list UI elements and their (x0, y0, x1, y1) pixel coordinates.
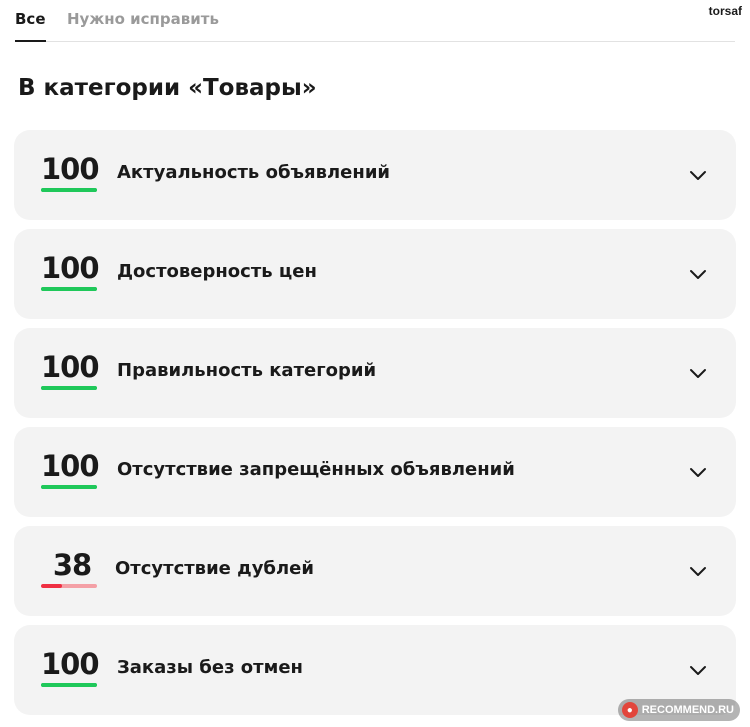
metric-progress-fill (41, 683, 97, 687)
chevron-down-icon[interactable] (688, 561, 708, 581)
tab-bar: Все Нужно исправить (15, 0, 735, 42)
metric-row-category-correctness[interactable]: 100 Правильность категорий (14, 328, 736, 418)
metric-label: Отсутствие запрещённых объявлений (117, 459, 515, 480)
metric-row-no-prohibited-ads[interactable]: 100 Отсутствие запрещённых объявлений (14, 427, 736, 517)
metric-progress-bar (41, 386, 97, 390)
metric-progress-bar (41, 188, 97, 192)
chevron-down-icon[interactable] (688, 165, 708, 185)
metric-label: Актуальность объявлений (117, 162, 391, 183)
metric-progress-bar (41, 287, 97, 291)
metric-score: 38 (52, 548, 92, 582)
watermark: ● RECOMMEND.RU (617, 699, 740, 721)
chevron-down-icon[interactable] (688, 264, 708, 284)
quality-metrics-list: 100 Актуальность объявлений 100 Достовер… (14, 130, 736, 724)
metric-progress-fill (41, 485, 97, 489)
metric-progress-bar (41, 485, 97, 489)
metric-progress-bar (41, 584, 97, 588)
metric-progress-bar (41, 683, 97, 687)
metric-score: 100 (41, 350, 100, 384)
metric-label: Достоверность цен (117, 261, 317, 282)
tab-all[interactable]: Все (15, 10, 46, 42)
chevron-down-icon[interactable] (688, 462, 708, 482)
page: Все Нужно исправить torsaf В категории «… (0, 0, 750, 727)
metric-score: 100 (41, 251, 100, 285)
section-title: В категории «Товары» (18, 75, 317, 101)
metric-row-no-duplicates[interactable]: 38 Отсутствие дублей (14, 526, 736, 616)
metric-label: Отсутствие дублей (115, 558, 314, 579)
metric-label: Заказы без отмен (117, 657, 303, 678)
metric-label: Правильность категорий (117, 360, 377, 381)
otzovik-logo-icon: ● (621, 702, 638, 718)
chevron-down-icon[interactable] (688, 660, 708, 680)
metric-score: 100 (41, 449, 100, 483)
metric-row-price-accuracy[interactable]: 100 Достоверность цен (14, 229, 736, 319)
metric-progress-fill (41, 584, 63, 588)
metric-progress-fill (41, 188, 97, 192)
metric-progress-fill (41, 386, 97, 390)
metric-progress-fill (41, 287, 97, 291)
metric-score: 100 (41, 647, 100, 681)
metric-row-ad-relevance[interactable]: 100 Актуальность объявлений (14, 130, 736, 220)
metric-score: 100 (41, 152, 100, 186)
tab-needs-fixing[interactable]: Нужно исправить (67, 10, 219, 42)
chevron-down-icon[interactable] (688, 363, 708, 383)
watermark-text: RECOMMEND.RU (641, 704, 734, 716)
username: torsaf (708, 4, 742, 18)
